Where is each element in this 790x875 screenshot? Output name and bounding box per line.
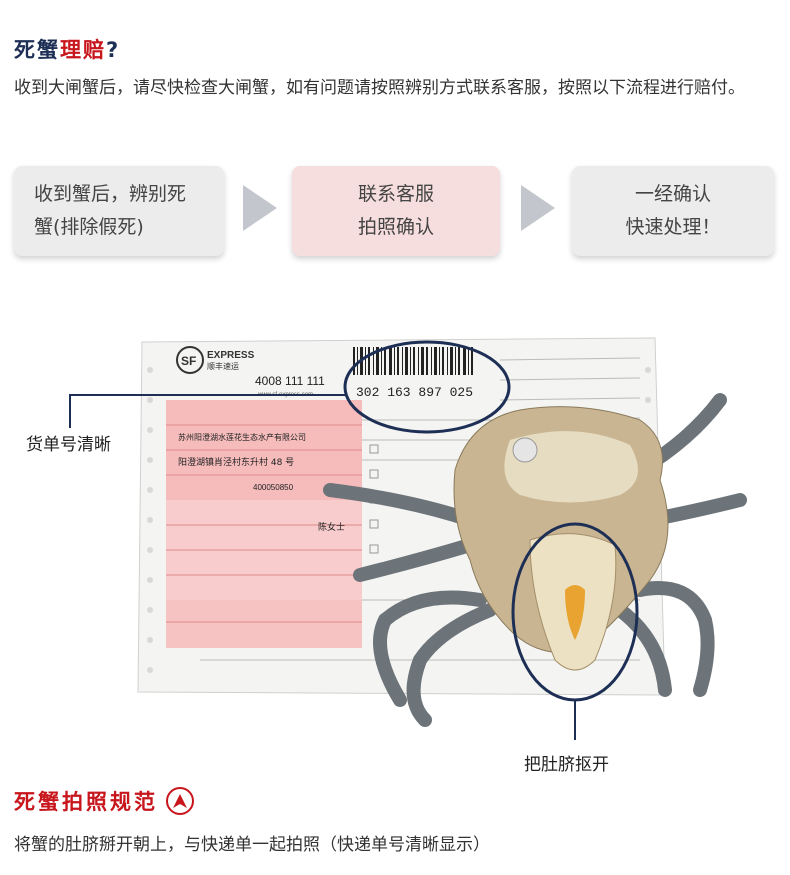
waybill-receiver: 陈女士	[318, 521, 345, 533]
crab-waybill-photo: SF EXPRESS 顺丰速运 4008 111 111 www.sf-expr…	[69, 337, 747, 740]
waybill-zip: 400050850	[253, 483, 294, 492]
title-question-mark: ?	[106, 38, 121, 62]
section-title-photo-spec: 死蟹拍照规范	[14, 786, 194, 816]
waybill-number: 302 163 897 025	[356, 385, 473, 400]
svg-text:SF: SF	[181, 354, 196, 368]
step-text-3: 一经确认 快速处理！	[625, 183, 721, 238]
badge-a-icon	[166, 787, 194, 815]
callout-open-abdomen: 把肚脐抠开	[524, 755, 609, 775]
callout-waybill-clear: 货单号清晰	[26, 435, 111, 455]
waybill-address: 阳澄湖镇肖泾村东升村 48 号	[178, 456, 294, 468]
waybill-sender: 苏州阳澄湖水莲花生态水产有限公司	[178, 432, 306, 442]
step-text-2: 联系客服 拍照确认	[357, 183, 434, 238]
arrow-right-icon	[243, 185, 277, 231]
section-title-claims: 死蟹理赔?	[14, 34, 120, 64]
step-card-receive: 收到蟹后，辨别死 蟹(排除假死)	[14, 166, 224, 256]
title-part-claims: 理赔	[60, 38, 106, 62]
photo-spec-text: 将蟹的肚脐掰开朝上，与快递单一起拍照（快递单号清晰显示）	[14, 835, 490, 855]
waybill-hotline: 4008 111 111	[255, 374, 325, 388]
arrow-right-icon	[521, 185, 555, 231]
waybill-brand-cn: 顺丰速运	[207, 361, 239, 371]
step-card-confirm: 一经确认 快速处理！	[572, 166, 774, 256]
photo-spec-title: 死蟹拍照规范	[14, 790, 158, 814]
title-part-dead-crab: 死蟹	[14, 38, 60, 62]
step-text-1: 收到蟹后，辨别死 蟹(排除假死)	[34, 183, 187, 238]
step-card-contact: 联系客服 拍照确认	[292, 166, 500, 256]
waybill-brand: EXPRESS	[207, 350, 255, 361]
intro-paragraph: 收到大闸蟹后，请尽快检查大闸蟹，如有问题请按照辨别方式联系客服，按照以下流程进行…	[14, 78, 745, 98]
